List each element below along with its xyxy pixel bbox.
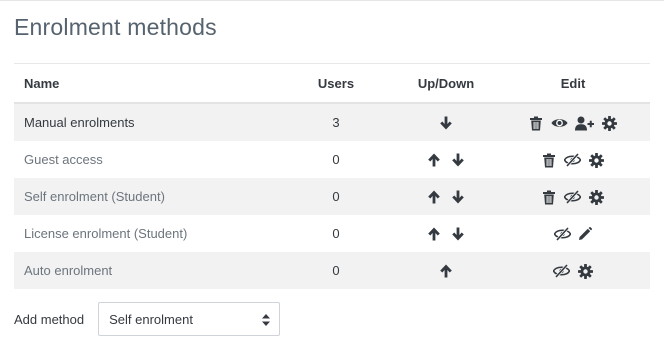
row-name: Auto enrolment: [14, 252, 276, 289]
row-edit-actions: [496, 215, 650, 252]
row-users: 0: [332, 152, 340, 167]
settings-icon[interactable]: [588, 152, 604, 168]
row-updown: [396, 215, 496, 252]
settings-icon[interactable]: [588, 189, 604, 205]
column-header-name: Name: [14, 63, 276, 104]
row-name: Self enrolment (Student): [14, 178, 276, 215]
add-method-row: Add method Self enrolment: [14, 301, 281, 337]
row-users: 3: [276, 103, 396, 141]
row-name: Guest access: [24, 152, 103, 167]
arrow-down-icon[interactable]: [450, 189, 466, 205]
eye-icon[interactable]: [551, 116, 568, 130]
row-edit-actions: [496, 178, 650, 215]
arrow-down-icon[interactable]: [438, 115, 454, 131]
row-name: Manual enrolments: [14, 103, 276, 141]
arrow-down-icon[interactable]: [450, 226, 466, 242]
enrol-users-icon[interactable]: [575, 116, 595, 131]
row-edit-actions: [496, 103, 650, 141]
row-updown: [396, 103, 496, 141]
eye-slash-icon[interactable]: [553, 264, 571, 279]
add-method-label: Add method: [14, 311, 85, 327]
arrow-up-icon[interactable]: [426, 189, 442, 205]
arrow-up-icon[interactable]: [426, 152, 442, 168]
delete-icon[interactable]: [542, 190, 556, 205]
arrow-up-icon[interactable]: [438, 263, 454, 279]
column-header-updown: Up/Down: [396, 63, 496, 104]
row-name: License enrolment (Student): [24, 226, 188, 241]
table-row: Self enrolment (Student) 0: [14, 178, 650, 215]
column-header-users: Users: [276, 63, 396, 104]
row-edit-actions: [496, 252, 650, 289]
table-row: Guest access 0: [14, 141, 650, 178]
delete-icon[interactable]: [542, 153, 556, 168]
row-updown: [396, 252, 496, 289]
arrow-down-icon[interactable]: [450, 152, 466, 168]
arrow-up-icon[interactable]: [426, 226, 442, 242]
row-users: 0: [332, 226, 340, 241]
row-updown: [396, 178, 496, 215]
delete-icon[interactable]: [529, 116, 543, 131]
eye-slash-icon[interactable]: [553, 227, 571, 242]
row-updown: [396, 141, 496, 178]
row-edit-actions: [496, 141, 650, 178]
add-method-selected-value: Self enrolment: [109, 311, 193, 327]
select-updown-icon: [261, 313, 271, 327]
column-header-edit: Edit: [496, 63, 650, 104]
table-row: Manual enrolments 3: [14, 103, 650, 141]
page-title: Enrolment methods: [14, 14, 217, 40]
settings-icon[interactable]: [577, 263, 593, 279]
table-header-row: Name Users Up/Down Edit: [14, 63, 650, 104]
settings-icon[interactable]: [601, 115, 617, 131]
table-row: Auto enrolment 0: [14, 252, 650, 289]
eye-slash-icon[interactable]: [564, 190, 581, 205]
row-users: 0: [276, 178, 396, 215]
row-users: 0: [276, 252, 396, 289]
enrolment-methods-table: Name Users Up/Down Edit Manual enrolment…: [14, 63, 650, 289]
table-row: License enrolment (Student) 0: [14, 215, 650, 252]
pencil-icon[interactable]: [578, 227, 593, 241]
add-method-select[interactable]: Self enrolment: [98, 302, 281, 336]
top-divider: [0, 0, 664, 1]
eye-slash-icon[interactable]: [564, 153, 581, 168]
